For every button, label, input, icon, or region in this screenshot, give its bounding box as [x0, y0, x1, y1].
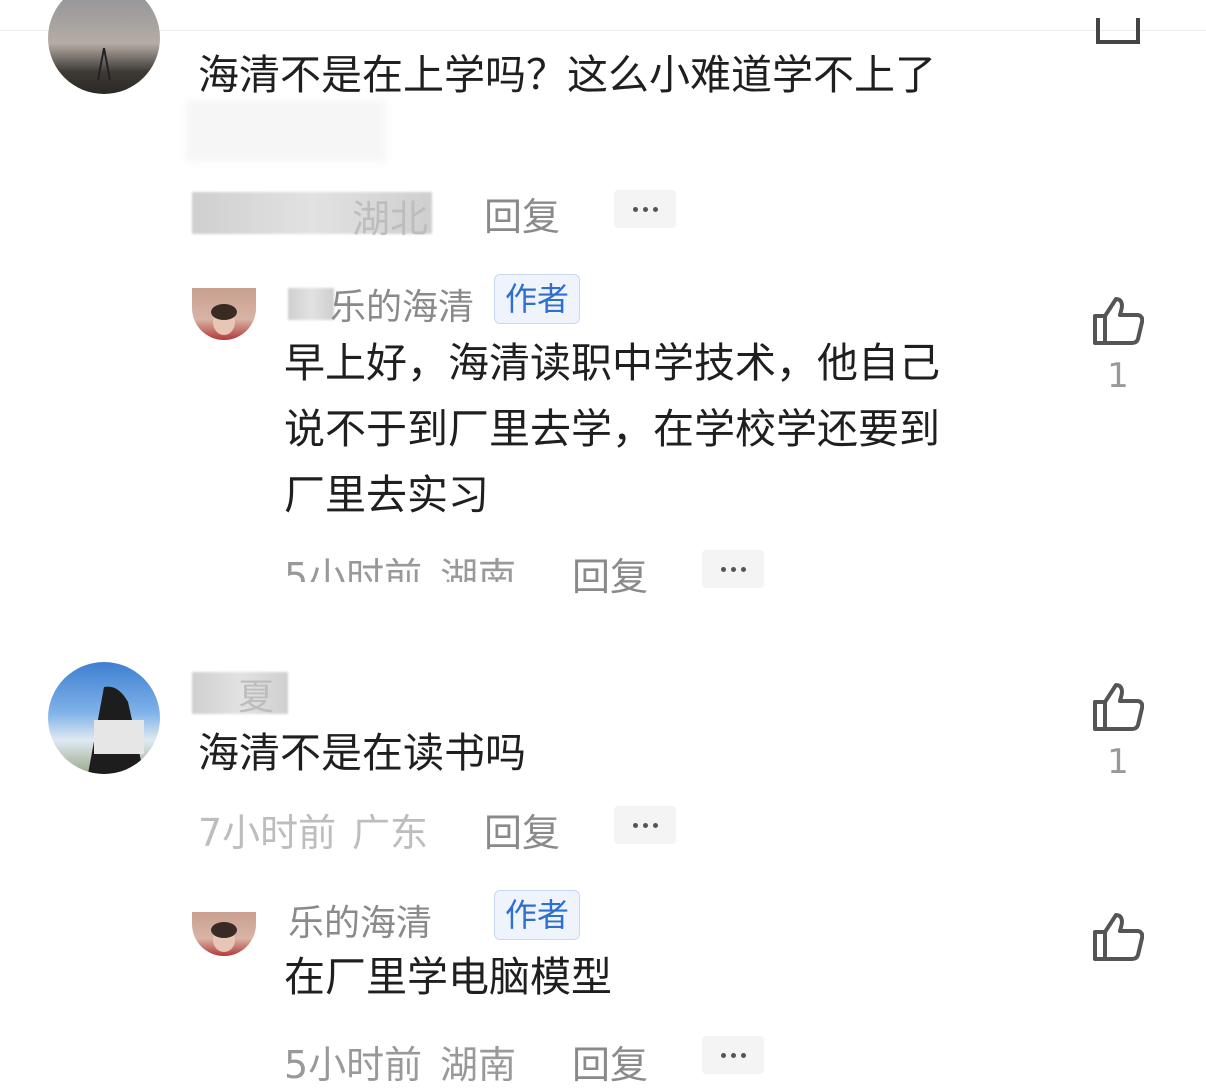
like-button[interactable]: 1 [1088, 682, 1148, 782]
like-button[interactable] [1088, 912, 1148, 962]
more-button[interactable] [702, 550, 764, 588]
more-button[interactable] [702, 1036, 764, 1074]
partial-like-icon[interactable] [1094, 18, 1142, 48]
more-dots-icon [720, 1052, 726, 1058]
like-count: 1 [1107, 356, 1129, 396]
more-button[interactable] [614, 806, 676, 844]
comment-location: 湖北 [352, 197, 429, 241]
redacted-image [186, 100, 386, 162]
thumbs-up-icon [1093, 683, 1144, 731]
author-badge: 作者 [494, 274, 581, 324]
more-dots-icon [632, 206, 638, 212]
reply-text: 早上好，海清读职中学技术，他自己 说不于到厂里去学，在学校学还要到 厂里去实习 [284, 339, 940, 519]
top-divider [0, 30, 1206, 31]
reply-button[interactable]: 回复 [484, 186, 560, 241]
more-button[interactable] [614, 190, 676, 228]
reply-meta-location: 湖南 [440, 555, 517, 582]
comment-meta-location: 广东 [352, 811, 429, 855]
comment-username[interactable]: 夏 [238, 668, 274, 720]
reply-button[interactable]: 回复 [484, 802, 560, 857]
thumbs-up-icon [1093, 913, 1144, 961]
comment-text: 海清不是在上学吗？这么小难道学不上了 [198, 51, 936, 99]
author-avatar[interactable] [192, 912, 256, 956]
like-count: 1 [1107, 742, 1129, 782]
avatar[interactable] [48, 0, 160, 94]
more-dots-icon [720, 566, 726, 572]
reply-meta-location: 湖南 [440, 1043, 517, 1087]
redacted-username [288, 288, 334, 320]
more-dots-icon [632, 822, 638, 828]
reply-text: 在厂里学电脑模型 [284, 953, 612, 1001]
reply-username[interactable]: 乐的海清 [330, 278, 474, 330]
like-button[interactable]: 1 [1088, 296, 1148, 396]
thumbs-up-icon [1093, 297, 1144, 345]
comment-meta-time: 7小时前 [198, 811, 337, 855]
reply-button[interactable]: 回复 [572, 546, 648, 601]
author-badge: 作者 [494, 890, 581, 940]
reply-meta-time: 5小时前 [284, 555, 423, 582]
comment-text: 海清不是在读书吗 [198, 729, 526, 777]
reply-username[interactable]: 乐的海清 [288, 894, 432, 946]
reply-meta-time: 5小时前 [284, 1043, 423, 1087]
author-avatar[interactable] [192, 288, 256, 340]
avatar[interactable] [48, 662, 160, 774]
reply-button[interactable]: 回复 [572, 1034, 648, 1089]
